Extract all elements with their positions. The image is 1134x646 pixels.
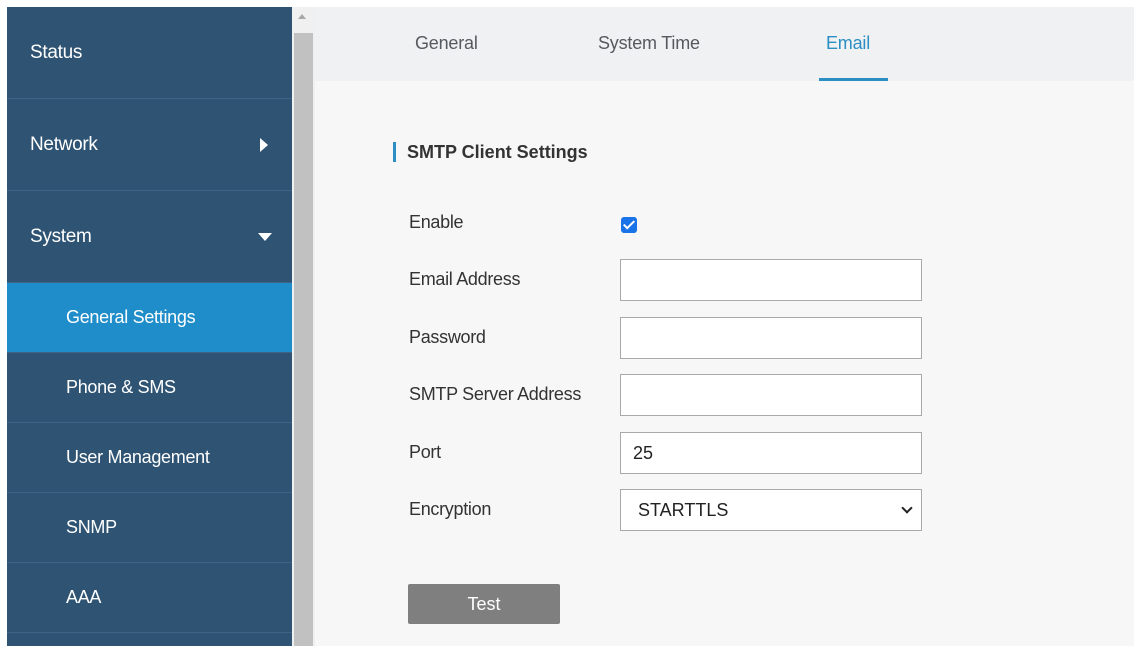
sidebar-subitem-label: General Settings [66,307,196,327]
sidebar: Status Network System General Settings P… [7,7,292,646]
chevron-down-icon [901,502,913,514]
test-button[interactable]: Test [408,584,560,624]
smtp-server-address-field[interactable] [620,374,922,416]
enable-label: Enable [409,212,464,232]
tab-system-time[interactable]: System Time [598,33,700,54]
tab-bar: General System Time Email [315,7,1134,81]
sidebar-subitem-label: AAA [66,587,102,607]
sidebar-subitem-label: SNMP [66,517,117,537]
sidebar-subitem-phone-sms[interactable]: Phone & SMS [7,353,292,423]
encryption-selected-value: STARTTLS [638,499,729,520]
sidebar-subitem-aaa[interactable]: AAA [7,563,292,633]
sidebar-item-status[interactable]: Status [7,7,292,99]
encryption-select[interactable]: STARTTLS [620,489,922,531]
sidebar-item-system[interactable]: System [7,191,292,283]
sidebar-item-label: Status [30,41,83,63]
port-label: Port [409,442,441,462]
sidebar-subitem-user-management[interactable]: User Management [7,423,292,493]
tab-general[interactable]: General [415,33,478,54]
sidebar-scrollbar[interactable] [292,7,315,646]
email-address-field[interactable] [620,259,922,301]
caret-down-icon [258,232,272,241]
sidebar-subitem-snmp[interactable]: SNMP [7,493,292,563]
scroll-up-arrow-icon[interactable] [298,14,306,19]
password-field[interactable] [620,317,922,359]
encryption-label: Encryption [409,499,492,519]
enable-checkbox[interactable] [621,217,637,233]
caret-right-icon [260,137,268,152]
sidebar-item-label: System [30,225,92,247]
sidebar-item-label: Network [30,133,98,155]
sidebar-subitem-label: User Management [66,447,210,467]
sidebar-item-network[interactable]: Network [7,99,292,191]
sidebar-subitem-label: Phone & SMS [66,377,176,397]
password-label: Password [409,327,486,347]
smtp-server-address-label: SMTP Server Address [409,384,582,404]
scrollbar-thumb[interactable] [294,33,313,646]
tab-email[interactable]: Email [826,33,870,54]
sidebar-subitem-general-settings[interactable]: General Settings [7,283,292,353]
port-field[interactable]: 25 [620,432,922,474]
section-title: SMTP Client Settings [393,142,588,162]
email-address-label: Email Address [409,269,521,289]
main-panel: General System Time Email SMTP Client Se… [315,7,1134,646]
active-tab-indicator [819,78,888,81]
